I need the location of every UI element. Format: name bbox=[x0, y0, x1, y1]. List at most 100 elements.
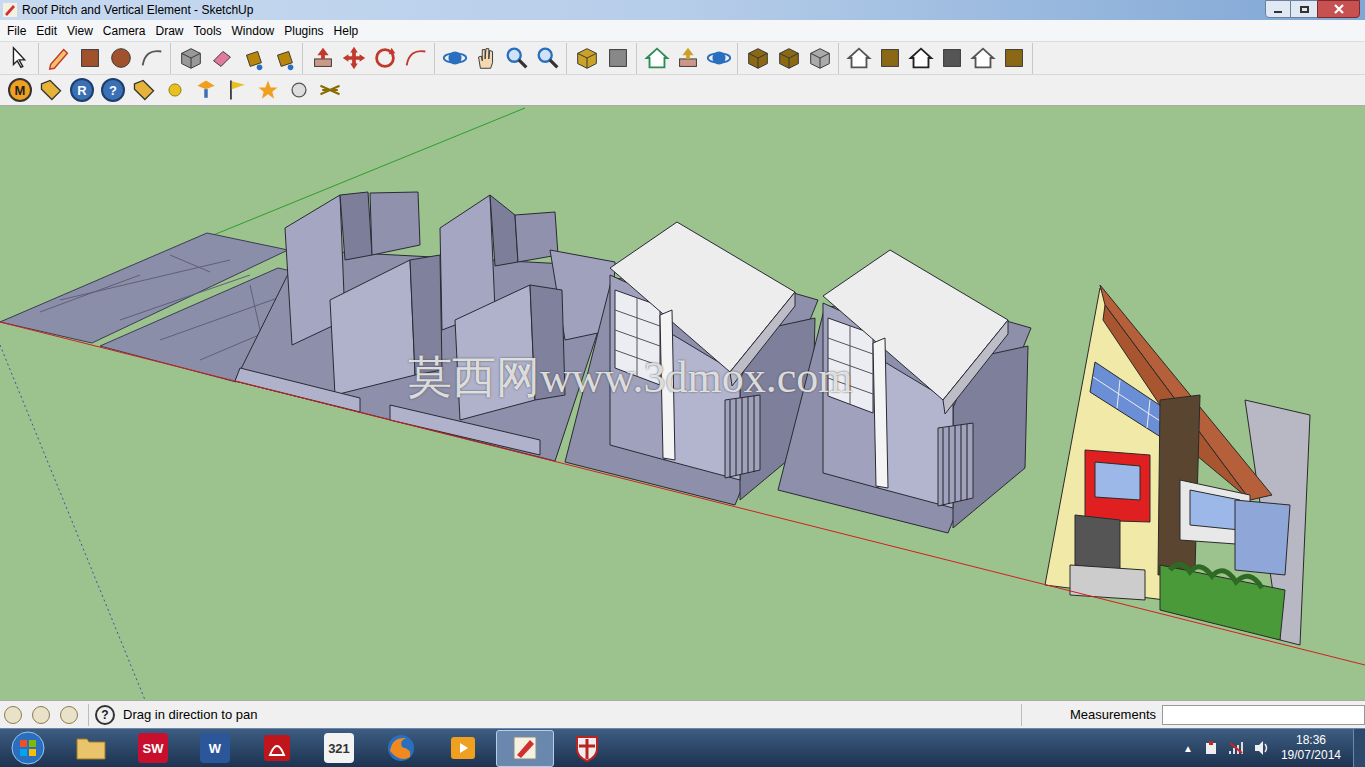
tool-button[interactable] bbox=[307, 43, 338, 74]
tool-button[interactable] bbox=[804, 43, 835, 74]
window-title: Roof Pitch and Vertical Element - Sketch… bbox=[22, 1, 253, 19]
push-icon bbox=[309, 44, 337, 72]
tool-button[interactable] bbox=[773, 43, 804, 74]
taskbar-app[interactable] bbox=[434, 730, 492, 767]
menu-item[interactable]: View bbox=[62, 22, 98, 40]
toolbar-group bbox=[742, 43, 839, 74]
tool-button[interactable] bbox=[400, 43, 431, 74]
toolbar-group bbox=[439, 43, 567, 74]
status-icon[interactable] bbox=[32, 706, 50, 724]
tool-button[interactable] bbox=[206, 43, 237, 74]
colored-house-model[interactable] bbox=[1045, 285, 1310, 645]
toolbar-group bbox=[4, 43, 39, 74]
tool-button[interactable] bbox=[501, 43, 532, 74]
toolbar-group bbox=[307, 43, 435, 74]
tool-button[interactable] bbox=[439, 43, 470, 74]
menu-item[interactable]: Tools bbox=[189, 22, 227, 40]
tool-button[interactable] bbox=[105, 43, 136, 74]
tool-button[interactable] bbox=[74, 43, 105, 74]
tool-button[interactable] bbox=[703, 43, 734, 74]
tool-button[interactable] bbox=[43, 43, 74, 74]
star-icon bbox=[255, 77, 281, 103]
tool-button[interactable] bbox=[369, 43, 400, 74]
tool-button[interactable] bbox=[470, 43, 501, 74]
restore-icon bbox=[1300, 6, 1309, 13]
show-desktop-button[interactable] bbox=[1353, 729, 1365, 767]
tool-button[interactable] bbox=[237, 43, 268, 74]
tool-button[interactable] bbox=[998, 43, 1029, 74]
rotate-icon bbox=[371, 44, 399, 72]
device-icon bbox=[1203, 740, 1219, 756]
move-icon bbox=[340, 44, 368, 72]
taskbar-app[interactable] bbox=[496, 730, 554, 767]
menu-item[interactable]: Window bbox=[227, 22, 280, 40]
folder-icon bbox=[75, 733, 107, 763]
tool-button[interactable]: ? bbox=[100, 76, 126, 104]
menu-item[interactable]: Help bbox=[329, 22, 364, 40]
secondary-toolbar: M R? bbox=[0, 75, 1365, 106]
tool-button[interactable]: R bbox=[69, 76, 95, 104]
menu-item[interactable]: Edit bbox=[31, 22, 62, 40]
close-button[interactable] bbox=[1317, 0, 1360, 18]
windows-logo-icon bbox=[11, 731, 45, 765]
tool-button[interactable] bbox=[532, 43, 563, 74]
taskbar-app[interactable]: W bbox=[186, 730, 244, 767]
window-controls bbox=[1265, 0, 1360, 18]
bucket-icon bbox=[239, 44, 267, 72]
minimize-button[interactable] bbox=[1265, 0, 1291, 18]
tool-button[interactable] bbox=[268, 43, 299, 74]
status-icon[interactable] bbox=[4, 706, 22, 724]
tool-button[interactable] bbox=[571, 43, 602, 74]
tool-button[interactable] bbox=[131, 76, 157, 104]
tool-button[interactable] bbox=[286, 76, 312, 104]
tool-button[interactable] bbox=[193, 76, 219, 104]
measurements-label: Measurements bbox=[1070, 705, 1156, 725]
menu-item[interactable]: Camera bbox=[98, 22, 151, 40]
viewport[interactable]: 莫西网www.3dmox.com bbox=[0, 106, 1365, 700]
clock[interactable]: 18:3619/07/2014 bbox=[1281, 733, 1341, 763]
menu-item[interactable]: Plugins bbox=[279, 22, 328, 40]
tool-button[interactable] bbox=[38, 76, 64, 104]
start-button[interactable] bbox=[0, 729, 56, 767]
tool-button[interactable] bbox=[641, 43, 672, 74]
tool-button[interactable] bbox=[338, 43, 369, 74]
taskbar-app[interactable]: SW bbox=[124, 730, 182, 767]
tool-button[interactable] bbox=[905, 43, 936, 74]
arrow-icon bbox=[6, 44, 34, 72]
taskbar-app[interactable] bbox=[62, 730, 120, 767]
tool-button[interactable] bbox=[317, 76, 343, 104]
tool-button[interactable] bbox=[874, 43, 905, 74]
taskbar-app[interactable] bbox=[372, 730, 430, 767]
restore-button[interactable] bbox=[1291, 0, 1317, 18]
acrobat-icon bbox=[262, 733, 292, 763]
tool-button[interactable] bbox=[136, 43, 167, 74]
dropper-icon bbox=[193, 77, 219, 103]
toolbar-group bbox=[843, 43, 1033, 74]
shield-icon bbox=[572, 733, 602, 763]
tool-button[interactable] bbox=[742, 43, 773, 74]
wall-model[interactable] bbox=[235, 192, 615, 461]
taskbar-app[interactable] bbox=[558, 730, 616, 767]
tool-button[interactable] bbox=[4, 43, 35, 74]
tool-button[interactable] bbox=[672, 43, 703, 74]
tool-button[interactable] bbox=[936, 43, 967, 74]
status-icon[interactable] bbox=[60, 706, 78, 724]
measurements-field[interactable] bbox=[1162, 705, 1365, 725]
tool-button[interactable] bbox=[224, 76, 250, 104]
tool-button[interactable] bbox=[602, 43, 633, 74]
tool-button[interactable] bbox=[255, 76, 281, 104]
tool-button[interactable] bbox=[175, 43, 206, 74]
tool-button[interactable]: M bbox=[7, 76, 33, 104]
tool-button[interactable] bbox=[843, 43, 874, 74]
toolbar-group bbox=[175, 43, 303, 74]
tool-button[interactable] bbox=[162, 76, 188, 104]
menu-item[interactable]: File bbox=[2, 22, 31, 40]
firefox-icon bbox=[386, 733, 416, 763]
house-icon bbox=[845, 44, 873, 72]
ball-icon bbox=[162, 77, 188, 103]
taskbar-app[interactable] bbox=[248, 730, 306, 767]
menu-item[interactable]: Draw bbox=[151, 22, 189, 40]
tray-arrow[interactable]: ▲ bbox=[1183, 741, 1193, 756]
tool-button[interactable] bbox=[967, 43, 998, 74]
taskbar-app[interactable]: 321 bbox=[310, 730, 368, 767]
